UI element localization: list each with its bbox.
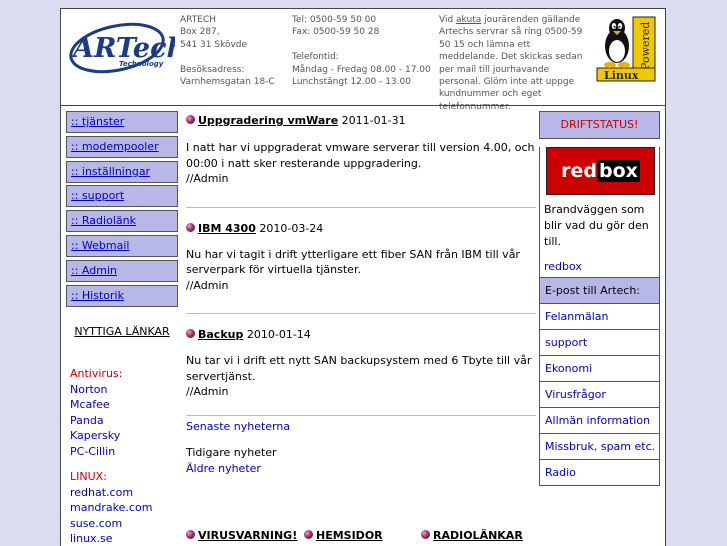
bullet-icon: [186, 115, 195, 124]
firewall-text: Brandväggen som blir vad du gör den till…: [544, 203, 649, 248]
news-date: 2010-01-14: [246, 328, 311, 341]
nav-item-tjanster[interactable]: :: tjänster: [66, 111, 178, 133]
visit-address: Varnhemsgatan 18-C: [180, 77, 275, 88]
phone: Tel: 0500-59 50 00: [292, 15, 377, 25]
nav-item-admin[interactable]: :: Admin: [66, 259, 178, 282]
redbox-panel: red box Brandväggen som blir vad du gör d…: [539, 147, 660, 278]
nav-item-historik[interactable]: :: Historik: [66, 284, 178, 307]
virus-warning-link[interactable]: VIRUSVARNING!: [198, 529, 297, 542]
header: ARTech Technology ARTECH Box 287, 541 31…: [61, 9, 665, 112]
antivirus-label: Antivirus:: [70, 367, 123, 380]
radio-links-link[interactable]: RADIOLÄNKAR: [433, 529, 523, 542]
news-body: Nu tar vi i drift ett nytt SAN backupsys…: [186, 354, 532, 383]
address-block: ARTECH Box 287, 541 31 Skövde Besöksadre…: [180, 14, 275, 88]
homepages-link[interactable]: HEMSIDOR: [316, 529, 383, 542]
email-allman-information[interactable]: Allmän information: [539, 408, 660, 434]
link-redhat[interactable]: redhat.com: [70, 485, 152, 501]
news-signature: //Admin: [186, 385, 229, 398]
hours-label: Telefontid:: [292, 52, 339, 63]
bullet-icon: [304, 530, 313, 539]
artech-logo[interactable]: ARTech Technology: [67, 15, 186, 81]
news-item: Uppgradering vmWare 2011-01-31 I natt ha…: [186, 113, 536, 187]
visit-label: Besöksadress:: [180, 64, 245, 75]
redbox-logo[interactable]: red box: [546, 147, 655, 195]
right-sidebar: DRIFTSTATUS! red box Brandväggen som blir…: [539, 111, 660, 486]
email-ekonomi[interactable]: Ekonomi: [539, 356, 660, 382]
logo-subtext: Technology: [119, 60, 164, 68]
news-archive-links: Senaste nyheterna Tidigare nyheter Äldre…: [186, 419, 536, 477]
link-suse[interactable]: suse.com: [70, 516, 152, 532]
nav-item-radiolank[interactable]: :: Radiolänk: [66, 210, 178, 233]
news-item: IBM 4300 2010-03-24 Nu har vi tagit i dr…: [186, 221, 536, 294]
linux-text: Linux: [604, 69, 639, 82]
hours-lunch: Lunchstängt 12.00 - 13.00: [292, 77, 411, 88]
bullet-icon: [421, 530, 430, 539]
latest-news-link[interactable]: Senaste nyheterna: [186, 420, 290, 433]
news-signature: //Admin: [186, 172, 229, 185]
older-news-link[interactable]: Äldre nyheter: [186, 462, 261, 475]
emergency-notice: Vid akuta jourärenden gällande Artechs s…: [439, 15, 583, 112]
page-container: ARTech Technology ARTECH Box 287, 541 31…: [60, 8, 666, 546]
hours-weekday: Måndag - Fredag 08.00 - 17.00: [292, 64, 431, 75]
bullet-icon: [186, 222, 195, 232]
news-title-link[interactable]: Uppgradering vmWare: [198, 114, 338, 127]
news-date: 2010-03-24: [259, 221, 324, 235]
news-title-link[interactable]: IBM 4300: [198, 222, 256, 235]
linux-label: LINUX:: [70, 470, 107, 483]
email-heading: E-post till Artech:: [539, 278, 660, 304]
bullet-icon: [186, 329, 195, 338]
email-virusfragor[interactable]: Virusfrågor: [539, 382, 660, 408]
useful-links-heading[interactable]: NYTTIGA LÄNKAR: [66, 325, 178, 338]
address-line: Box 287,: [180, 27, 220, 38]
news-date: 2011-01-31: [341, 114, 406, 127]
link-kapersky[interactable]: Kapersky: [70, 428, 152, 444]
status-heading[interactable]: DRIFTSTATUS!: [539, 111, 660, 139]
email-missbruk-spam[interactable]: Missbruk, spam etc.: [539, 434, 660, 460]
link-panda[interactable]: Panda: [70, 413, 152, 429]
nav-item-installningar[interactable]: :: inställningar: [66, 160, 178, 183]
link-mcafee[interactable]: Mcafee: [70, 397, 152, 413]
tux-penguin-icon: [604, 19, 630, 68]
bottom-links: VIRUSVARNING! HEMSIDOR RADIOLÄNKAR: [186, 529, 523, 542]
fax: Fax: 0500-59 50 28: [292, 27, 380, 38]
nav-item-modempooler[interactable]: :: modempooler: [66, 135, 178, 158]
news-item: Backup 2010-01-14 Nu tar vi i drift ett …: [186, 327, 536, 400]
news-signature: //Admin: [186, 278, 229, 292]
email-radio[interactable]: Radio: [539, 460, 660, 486]
news-body: Nu har vi tagit i drift ytterligare ett …: [186, 247, 520, 277]
emergency-link[interactable]: akuta: [456, 15, 481, 25]
company-name: ARTECH: [180, 15, 216, 25]
contact-block: Tel: 0500-59 50 00 Fax: 0500-59 50 28 Te…: [292, 14, 431, 88]
link-norton[interactable]: Norton: [70, 382, 152, 398]
link-mandrake[interactable]: mandrake.com: [70, 500, 152, 516]
left-navigation: :: tjänster :: modempooler :: inställnin…: [66, 111, 178, 545]
powered-text: Powered: [639, 22, 652, 70]
news-title-link[interactable]: Backup: [198, 328, 243, 341]
email-felanmalan[interactable]: Felanmälan: [539, 304, 660, 330]
external-links: Antivirus: Norton Mcafee Panda Kapersky …: [70, 366, 152, 546]
bullet-icon: [186, 530, 195, 539]
news-body: I natt har vi uppgraderat vmware servera…: [186, 141, 535, 170]
link-pc-cillin[interactable]: PC-Cillin: [70, 444, 152, 460]
nav-item-webmail[interactable]: :: Webmail: [66, 234, 178, 257]
news-column: Uppgradering vmWare 2011-01-31 I natt ha…: [186, 113, 536, 477]
earlier-news-label: Tidigare nyheter: [186, 445, 277, 459]
address-line: 541 31 Skövde: [180, 39, 248, 50]
powered-by-linux-badge: Powered Linux: [595, 14, 659, 88]
email-support[interactable]: support: [539, 330, 660, 356]
link-linux-se[interactable]: linux.se: [70, 531, 152, 546]
nav-item-support[interactable]: :: support: [66, 185, 178, 208]
redbox-link[interactable]: redbox: [540, 256, 659, 277]
